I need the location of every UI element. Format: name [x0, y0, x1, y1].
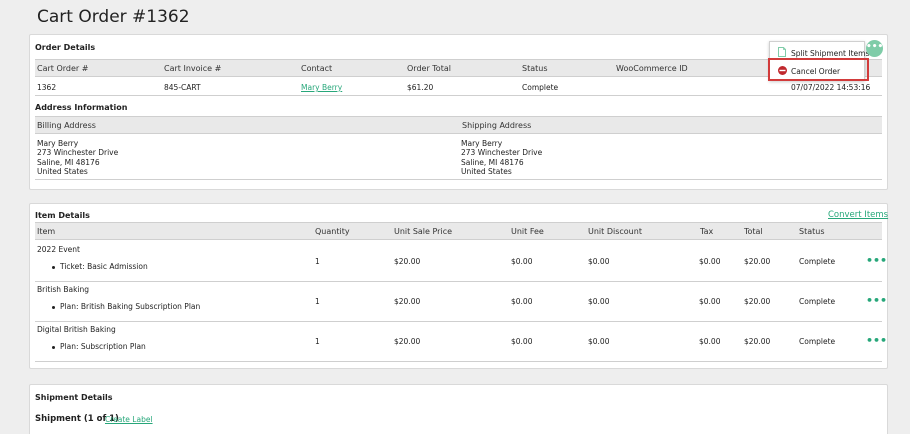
bullet-icon [52, 265, 55, 269]
col-woocommerce-id: WooCommerce ID [616, 64, 688, 73]
item-unit-sale-price: $20.00 [394, 337, 421, 346]
col-unit-discount: Unit Discount [588, 227, 642, 236]
row-divider [35, 95, 882, 96]
contact-link[interactable]: Mary Berry [301, 83, 342, 92]
item-sub-label: Ticket: Basic Admission [60, 262, 148, 271]
col-cart-order: Cart Order # [37, 64, 89, 73]
order-table-header: Cart Order # Cart Invoice # Contact Orde… [35, 59, 882, 77]
page-title: Cart Order #1362 [37, 7, 190, 27]
shipment-details-card: Shipment Details Shipment (1 of 1) Creat… [29, 384, 888, 434]
item-name: 2022 Event [37, 245, 80, 254]
shipment-details-title: Shipment Details [35, 393, 113, 402]
col-unit-fee: Unit Fee [511, 227, 544, 236]
col-cart-invoice: Cart Invoice # [164, 64, 222, 73]
row-divider [35, 321, 882, 322]
col-item-status: Status [799, 227, 825, 236]
order-status-value: Complete [522, 83, 559, 92]
item-unit-fee: $0.00 [511, 337, 533, 346]
col-quantity: Quantity [315, 227, 350, 236]
order-details-title: Order Details [35, 43, 96, 52]
item-details-title: Item Details [35, 211, 90, 220]
address-header: Billing Address Shipping Address [35, 116, 882, 134]
item-total: $20.00 [744, 297, 771, 306]
col-status: Status [522, 64, 548, 73]
item-sub: Ticket: Basic Admission [52, 262, 148, 271]
billing-line: 273 Winchester Drive [37, 148, 119, 157]
item-status: Complete [799, 257, 836, 266]
col-contact: Contact [301, 64, 333, 73]
order-date-value: 07/07/2022 14:53:16 [791, 83, 871, 92]
item-sub-label: Plan: British Baking Subscription Plan [60, 302, 201, 311]
cart-invoice-value: 845-CART [164, 83, 201, 92]
item-name: British Baking [37, 285, 90, 294]
convert-items-link[interactable]: Convert Items [828, 210, 888, 220]
item-quantity: 1 [315, 297, 320, 306]
item-name: Digital British Baking [37, 325, 116, 334]
col-order-total: Order Total [407, 64, 451, 73]
create-label-link[interactable]: Create Label [105, 415, 153, 424]
row-divider [35, 281, 882, 282]
item-unit-discount: $0.00 [588, 337, 610, 346]
item-total: $20.00 [744, 337, 771, 346]
address-info-title: Address Information [35, 103, 128, 112]
bullet-icon [52, 305, 55, 309]
billing-address-label: Billing Address [37, 121, 96, 130]
cancel-order-highlight [768, 58, 869, 81]
item-quantity: 1 [315, 257, 320, 266]
item-unit-fee: $0.00 [511, 257, 533, 266]
item-sub: Plan: British Baking Subscription Plan [52, 302, 200, 311]
address-divider [35, 179, 882, 180]
item-tax: $0.00 [699, 297, 721, 306]
order-details-card: Order Details Cart Order # Cart Invoice … [29, 34, 888, 190]
item-unit-fee: $0.00 [511, 297, 533, 306]
item-status: Complete [799, 297, 836, 306]
col-tax: Tax [700, 227, 714, 236]
item-unit-sale-price: $20.00 [394, 257, 421, 266]
split-shipment-label: Split Shipment Items [791, 49, 870, 58]
billing-line: United States [37, 167, 88, 176]
item-tax: $0.00 [699, 337, 721, 346]
row-more-icon[interactable]: ••• [866, 334, 887, 347]
shipping-line: 273 Winchester Drive [461, 148, 543, 157]
col-total: Total [744, 227, 763, 236]
item-details-card: Item Details Convert Items Item Quantity… [29, 203, 888, 369]
item-sub-label: Plan: Subscription Plan [60, 342, 146, 351]
item-total: $20.00 [744, 257, 771, 266]
row-more-icon[interactable]: ••• [866, 254, 887, 267]
item-unit-discount: $0.00 [588, 257, 610, 266]
item-status: Complete [799, 337, 836, 346]
row-divider [35, 361, 882, 362]
item-sub: Plan: Subscription Plan [52, 342, 146, 351]
items-table-header: Item Quantity Unit Sale Price Unit Fee U… [35, 222, 882, 240]
col-unit-sale-price: Unit Sale Price [394, 227, 453, 236]
order-total-value: $61.20 [407, 83, 434, 92]
shipping-line: United States [461, 167, 512, 176]
shipping-address-label: Shipping Address [462, 121, 532, 130]
item-unit-sale-price: $20.00 [394, 297, 421, 306]
bullet-icon [52, 345, 55, 349]
col-item: Item [37, 227, 56, 236]
item-unit-discount: $0.00 [588, 297, 610, 306]
cart-order-value: 1362 [37, 83, 57, 92]
item-tax: $0.00 [699, 257, 721, 266]
ellipsis-icon[interactable]: ••• [866, 40, 883, 57]
item-quantity: 1 [315, 337, 320, 346]
row-more-icon[interactable]: ••• [866, 294, 887, 307]
